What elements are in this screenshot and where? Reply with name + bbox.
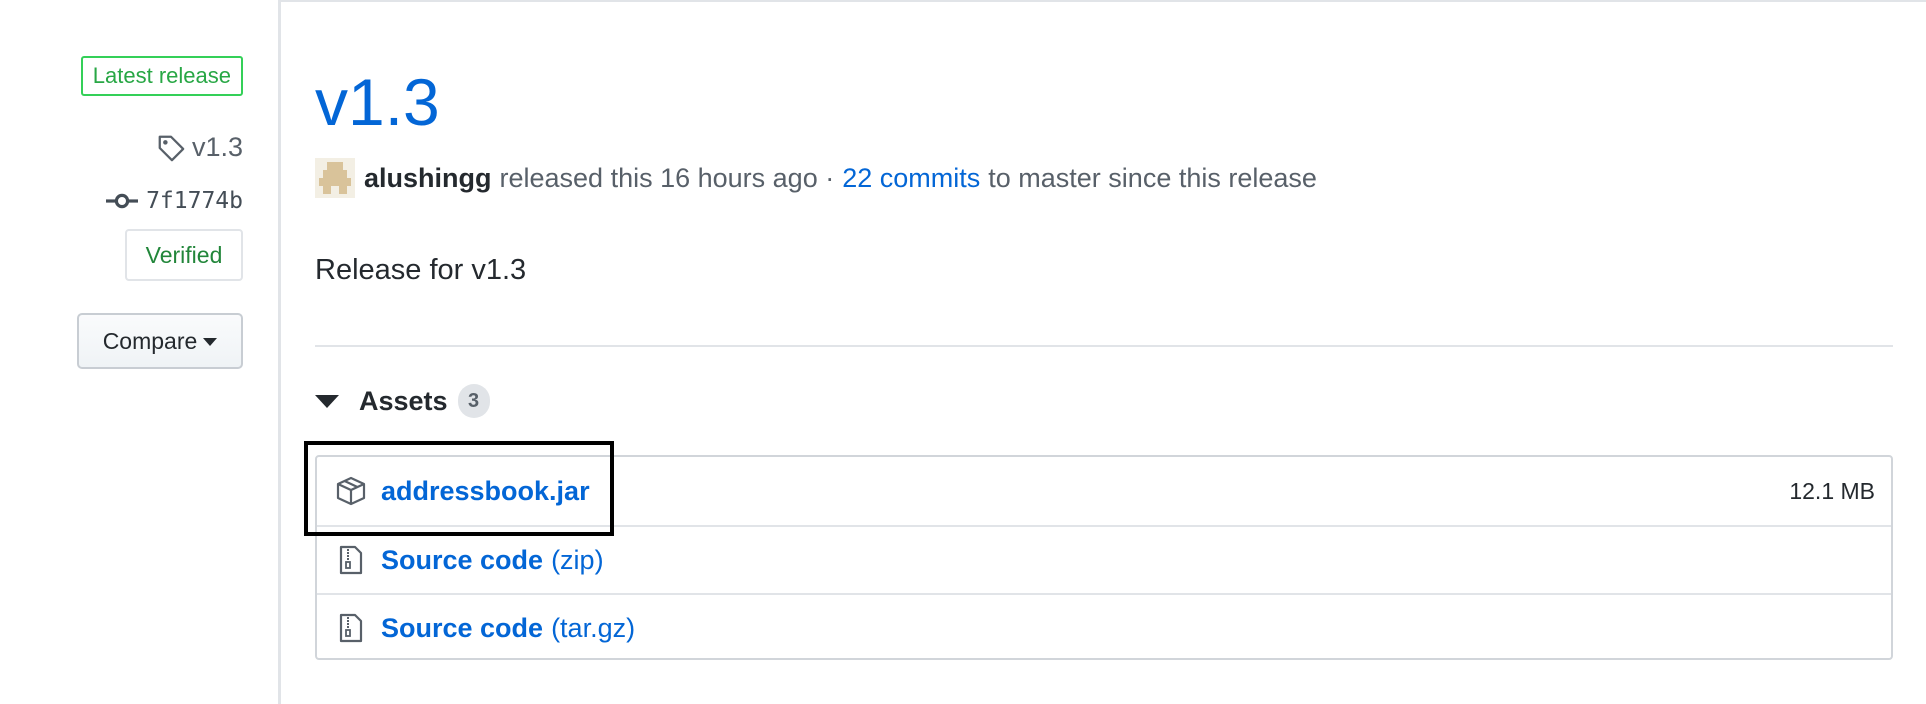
- asset-link-source-targz[interactable]: Source code: [381, 613, 543, 644]
- commit-link[interactable]: 7f1774b: [106, 188, 243, 214]
- tag-label: v1.3: [191, 132, 243, 162]
- assets-count-badge: 3: [457, 384, 490, 418]
- asset-link-jar[interactable]: addressbook.jar: [381, 476, 590, 507]
- release-title[interactable]: v1.3: [315, 62, 440, 142]
- asset-size: 12.1 MB: [1789, 477, 1875, 504]
- release-sidebar: Latest release v1.3 7f1774b Verified Com…: [0, 0, 281, 704]
- asset-suffix-targz[interactable]: (tar.gz): [551, 613, 635, 644]
- verified-badge[interactable]: Verified: [125, 229, 243, 281]
- list-item: Source code (tar.gz): [317, 593, 1891, 661]
- latest-release-badge: Latest release: [80, 56, 243, 96]
- release-description: Release for v1.3: [315, 254, 527, 286]
- commit-sha: 7f1774b: [146, 188, 243, 214]
- list-item: Source code (zip): [317, 525, 1891, 593]
- assets-toggle[interactable]: Assets 3: [315, 384, 490, 418]
- asset-link-source-zip[interactable]: Source code: [381, 545, 543, 576]
- commits-link[interactable]: 22 commits: [842, 163, 980, 194]
- assets-list: addressbook.jar 12.1 MB Source code (zip…: [315, 455, 1893, 660]
- triangle-down-icon: [315, 394, 339, 408]
- top-border: [279, 0, 1926, 4]
- git-commit-icon: [106, 193, 139, 209]
- assets-heading: Assets: [359, 385, 448, 416]
- release-meta: alushingg released this 16 hours ago · 2…: [315, 158, 1317, 198]
- file-zip-icon: [339, 545, 363, 575]
- tag-link[interactable]: v1.3: [156, 132, 243, 163]
- released-text: released this 16 hours ago ·: [499, 162, 835, 193]
- asset-suffix-zip[interactable]: (zip): [551, 545, 604, 576]
- file-zip-icon: [339, 613, 363, 643]
- avatar[interactable]: [315, 158, 355, 198]
- list-item: addressbook.jar 12.1 MB: [317, 457, 1891, 525]
- author-link[interactable]: alushingg: [364, 163, 492, 194]
- compare-label: Compare: [102, 327, 198, 354]
- package-icon: [336, 476, 366, 506]
- caret-down-icon: [203, 338, 218, 346]
- commits-suffix: to master since this release: [988, 162, 1317, 193]
- divider: [315, 345, 1893, 347]
- compare-button[interactable]: Compare: [77, 313, 243, 369]
- tag-icon: [158, 135, 185, 161]
